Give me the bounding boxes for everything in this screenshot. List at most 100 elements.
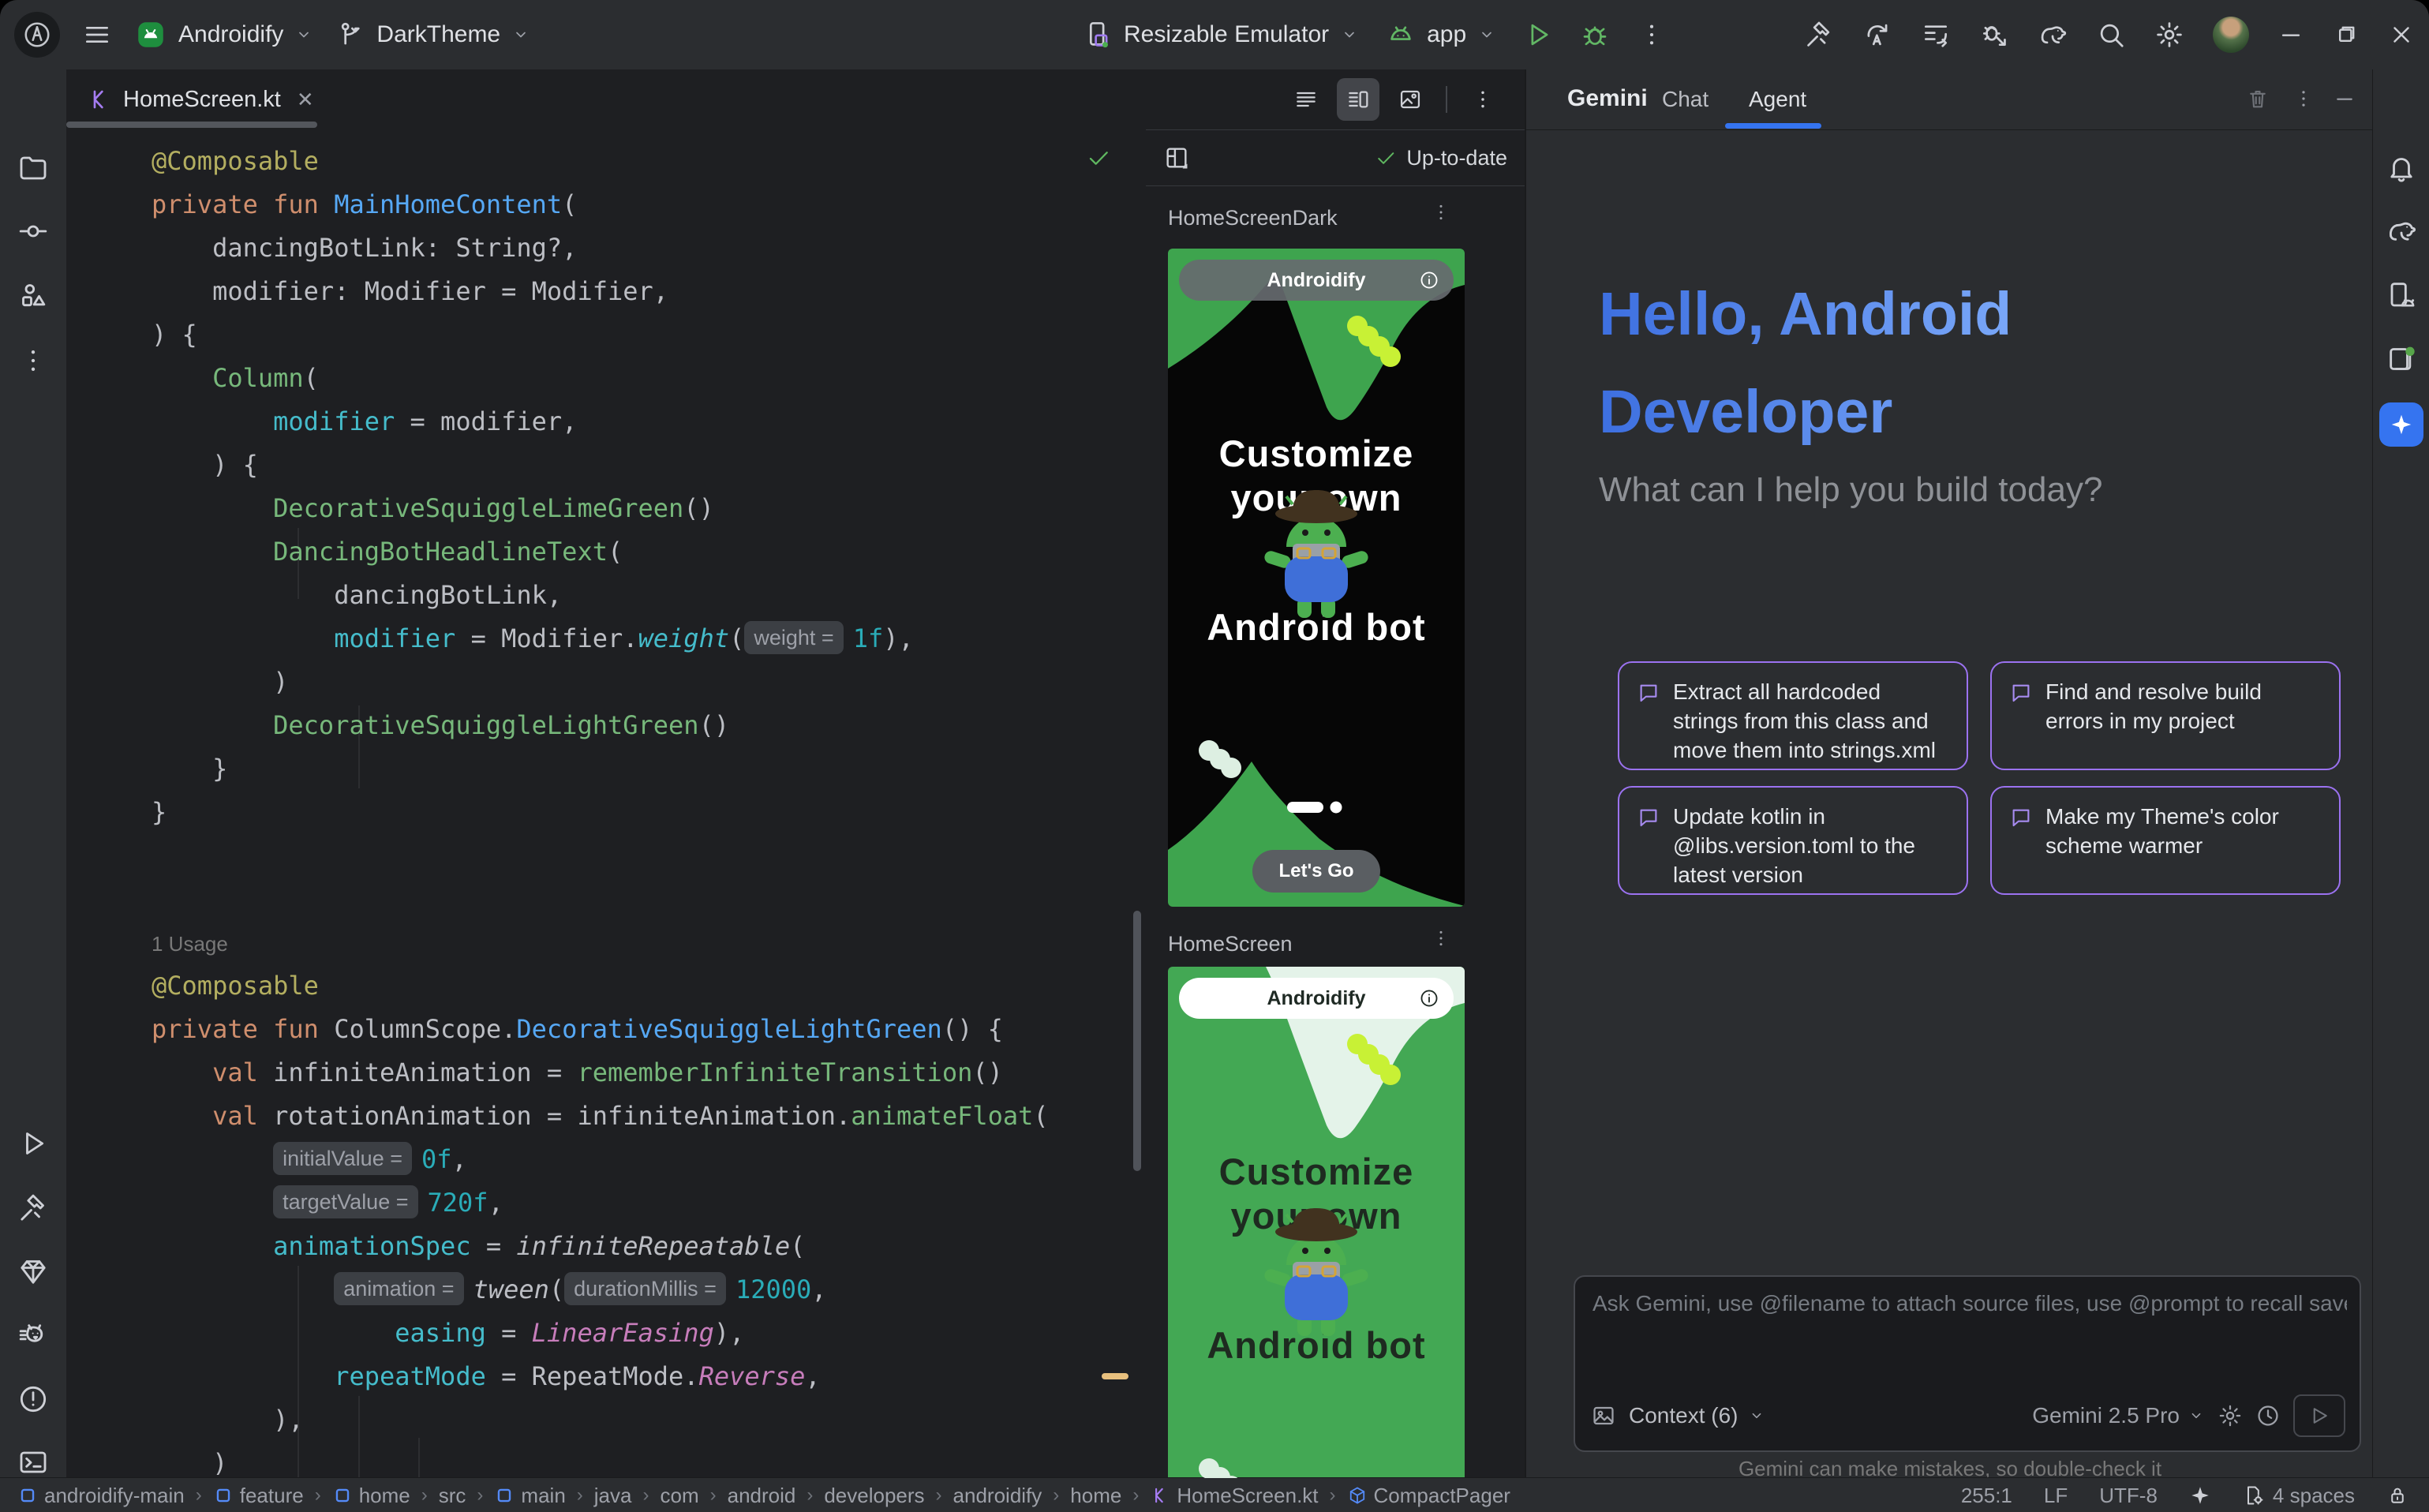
breadcrumb-item[interactable]: java <box>594 1484 632 1508</box>
sidebar-item-logcat[interactable] <box>17 1319 49 1350</box>
gemini-subtitle: What can I help you build today? <box>1599 470 2102 510</box>
sidebar-item-more[interactable] <box>17 345 49 376</box>
sidebar-item-app-insights[interactable] <box>17 1256 49 1287</box>
kotlin-icon <box>1150 1485 1170 1506</box>
search-icon[interactable] <box>2096 20 2126 50</box>
preview-options-icon[interactable] <box>1430 201 1452 223</box>
breadcrumb-item[interactable]: home <box>1070 1484 1121 1508</box>
run-config-selector[interactable]: app <box>1386 20 1496 50</box>
status-bar: androidify-main›feature›home›src›main›ja… <box>0 1477 2429 1512</box>
inlay-hint: weight = <box>744 621 843 654</box>
sidebar-item-running-devices[interactable] <box>2386 343 2417 375</box>
preview-build-status: Up-to-date <box>1375 146 1507 170</box>
sidebar-item-commit[interactable] <box>17 215 49 247</box>
main-menu-button[interactable] <box>82 20 112 50</box>
breadcrumb-item[interactable]: feature <box>213 1484 304 1508</box>
editor-tab-homescreen[interactable]: HomeScreen.kt ✕ <box>87 69 314 129</box>
line-ending[interactable]: LF <box>2044 1484 2068 1508</box>
breadcrumb-item[interactable]: CompactPager <box>1347 1484 1510 1508</box>
settings-icon[interactable] <box>2154 20 2184 50</box>
preview-options-icon[interactable] <box>1430 927 1452 949</box>
breadcrumb-item[interactable]: src <box>439 1484 466 1508</box>
breadcrumb-item[interactable]: androidify <box>953 1484 1042 1508</box>
encoding[interactable]: UTF-8 <box>2099 1484 2158 1508</box>
sidebar-item-device-manager[interactable] <box>2386 280 2417 312</box>
context-selector[interactable]: Context (6) <box>1629 1403 1765 1428</box>
attach-image-icon[interactable] <box>1591 1403 1616 1428</box>
sidebar-item-build[interactable] <box>17 1192 49 1224</box>
sidebar-item-run[interactable] <box>17 1128 49 1159</box>
chat-bubble-icon <box>1637 681 1660 705</box>
code-editor[interactable]: @Composableprivate fun MainHomeContent( … <box>66 129 1146 1477</box>
inspections-ok-icon[interactable] <box>1086 145 1111 170</box>
gemini-suggestion-card[interactable]: Make my Theme's color scheme warmer <box>1990 786 2341 895</box>
breadcrumb-item[interactable]: developers <box>824 1484 924 1508</box>
preview-headline: Customize <box>1168 1150 1465 1193</box>
android-studio-logo-icon <box>14 12 60 58</box>
gradle-sync-icon[interactable] <box>2038 20 2068 50</box>
preview-thumbnail-homescreen[interactable]: AndroidifyCustomizeyour ownAndroid bot <box>1168 967 1465 1478</box>
tab-agent[interactable]: Agent <box>1749 87 1806 112</box>
view-mode-design-button[interactable] <box>1389 78 1432 121</box>
gemini-suggestion-card[interactable]: Find and resolve build errors in my proj… <box>1990 661 2341 770</box>
sync-project-icon[interactable] <box>1862 20 1892 50</box>
editor-scrollbar[interactable] <box>1133 911 1141 1171</box>
code-line: ) <box>152 661 1049 704</box>
hide-panel-icon[interactable] <box>2333 87 2356 110</box>
gemini-prompt-input[interactable]: Ask Gemini, use @filename to attach sour… <box>1574 1275 2361 1452</box>
sidebar-item-notifications[interactable] <box>2386 152 2417 184</box>
breadcrumb-item[interactable]: com <box>660 1484 698 1508</box>
prompt-placeholder: Ask Gemini, use @filename to attach sour… <box>1593 1291 2347 1316</box>
sidebar-item-terminal[interactable] <box>17 1447 49 1478</box>
debug-button[interactable] <box>1580 20 1610 50</box>
gemini-suggestion-card[interactable]: Extract all hardcoded strings from this … <box>1618 661 1968 770</box>
sidebar-item-gemini[interactable] <box>2379 402 2423 447</box>
preview-layout-icon[interactable] <box>1163 144 1190 171</box>
file-settings-icon <box>2243 1484 2265 1506</box>
window-minimize-button[interactable] <box>2277 21 2304 48</box>
user-avatar[interactable] <box>2213 17 2249 53</box>
breadcrumb-item[interactable]: home <box>332 1484 410 1508</box>
device-name: Resizable Emulator <box>1124 21 1329 48</box>
project-selector[interactable]: Androidify <box>134 18 313 51</box>
lock-icon[interactable] <box>2386 1484 2408 1506</box>
left-tool-window-stripe <box>0 69 67 1477</box>
profiler-icon[interactable] <box>1921 20 1951 50</box>
breadcrumb-item[interactable]: HomeScreen.kt <box>1150 1484 1318 1508</box>
preview-thumbnail-homescreendark[interactable]: AndroidifyCustomizeyour ownAndroid botLe… <box>1168 249 1465 907</box>
gemini-settings-icon[interactable] <box>2218 1403 2243 1428</box>
module-icon <box>494 1485 515 1506</box>
tab-chat[interactable]: Chat <box>1662 87 1709 112</box>
caret-position[interactable]: 255:1 <box>1961 1484 2012 1508</box>
ai-sparkle-icon[interactable] <box>2189 1484 2211 1506</box>
editor-options-button[interactable] <box>1462 78 1504 121</box>
view-mode-split-button[interactable] <box>1337 78 1379 121</box>
indent-setting[interactable]: 4 spaces <box>2243 1484 2355 1508</box>
suggestion-text: Make my Theme's color scheme warmer <box>2045 802 2322 860</box>
view-mode-code-button[interactable] <box>1285 78 1327 121</box>
history-icon[interactable] <box>2255 1403 2281 1428</box>
sidebar-item-gradle[interactable] <box>2386 215 2417 247</box>
attach-debugger-icon[interactable] <box>1979 20 2009 50</box>
send-button[interactable] <box>2293 1394 2345 1437</box>
more-actions-button[interactable] <box>1637 20 1667 50</box>
vcs-branch-selector[interactable]: DarkTheme <box>335 20 530 50</box>
model-selector[interactable]: Gemini 2.5 Pro <box>2032 1403 2205 1428</box>
window-close-button[interactable] <box>2388 21 2415 48</box>
check-icon <box>1375 147 1397 169</box>
window-maximize-button[interactable] <box>2333 21 2360 48</box>
breadcrumb-item[interactable]: android <box>728 1484 796 1508</box>
sidebar-item-structure[interactable] <box>17 280 49 312</box>
breadcrumb-item[interactable]: main <box>494 1484 565 1508</box>
breadcrumb-item[interactable]: androidify-main <box>17 1484 185 1508</box>
chevron-down-icon <box>511 25 530 44</box>
sidebar-item-project-folder[interactable] <box>17 152 49 184</box>
more-options-icon[interactable] <box>2292 87 2315 110</box>
build-hammer-icon[interactable] <box>1804 20 1834 50</box>
clear-chat-icon[interactable] <box>2246 87 2270 110</box>
device-selector[interactable]: Resizable Emulator <box>1083 20 1359 50</box>
run-button[interactable] <box>1523 20 1553 50</box>
sidebar-item-problems[interactable] <box>17 1383 49 1415</box>
gemini-suggestion-card[interactable]: Update kotlin in @libs.version.toml to t… <box>1618 786 1968 895</box>
close-tab-icon[interactable]: ✕ <box>297 88 314 112</box>
